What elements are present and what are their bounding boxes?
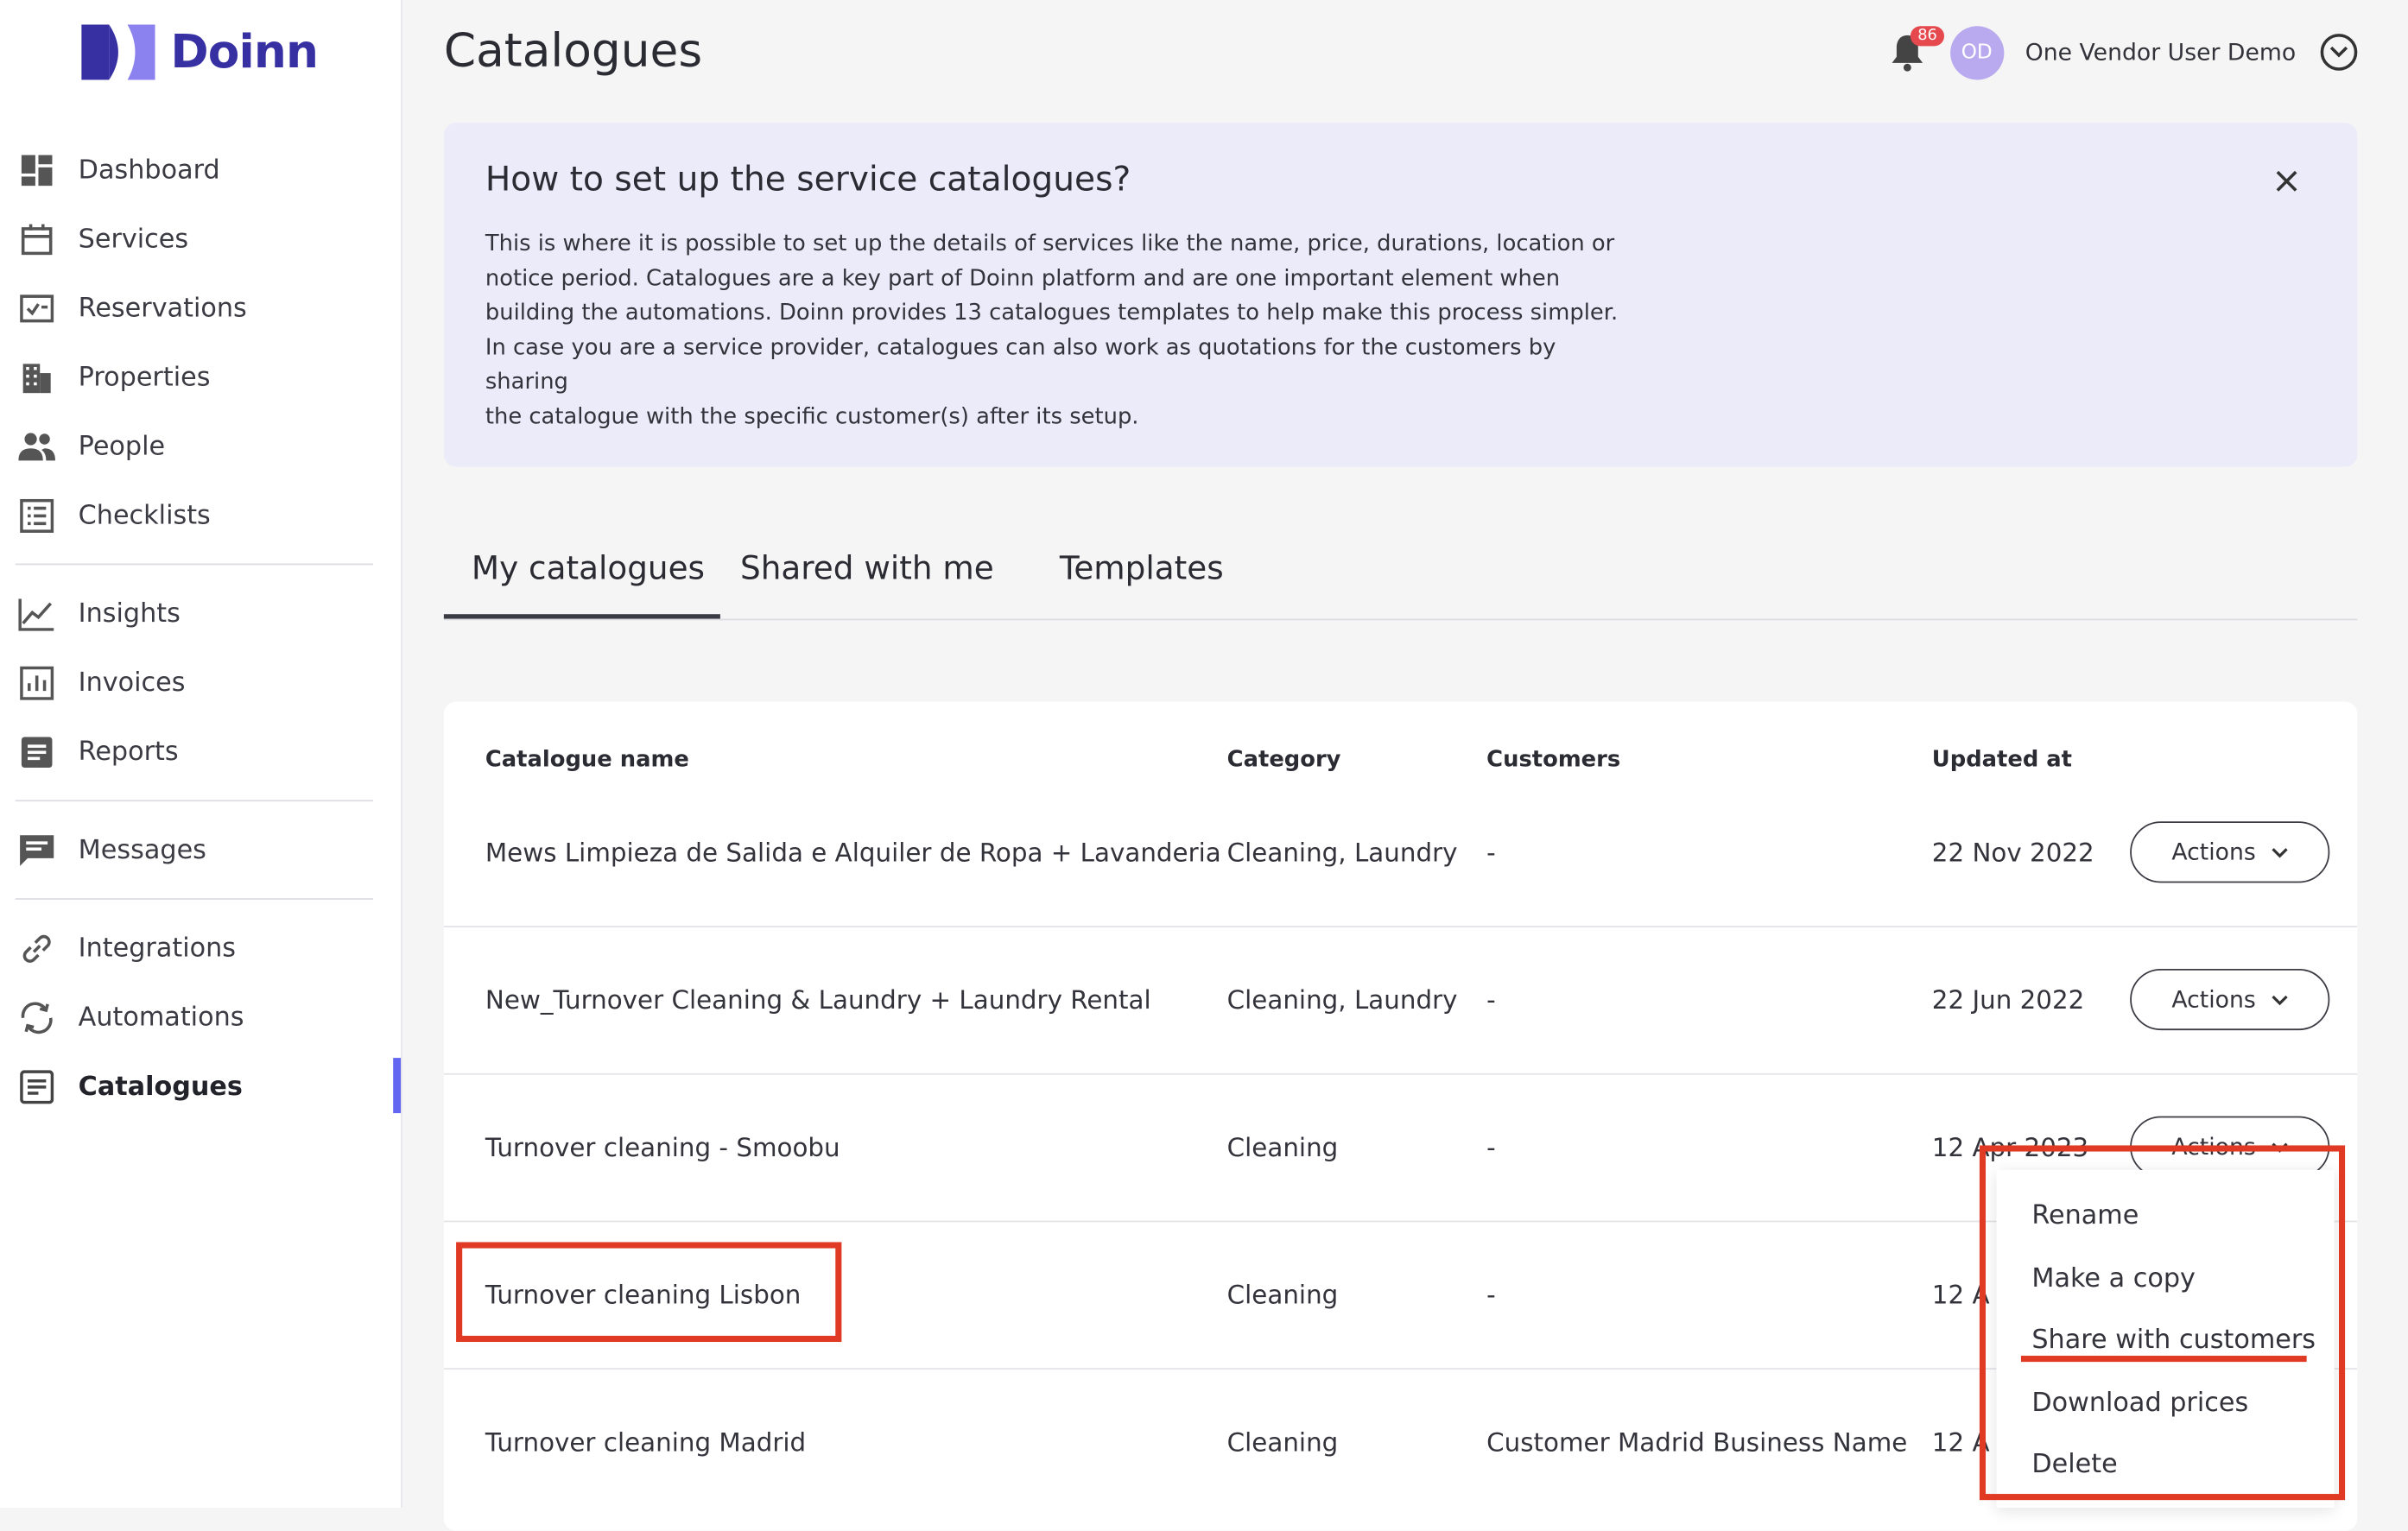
catalogue-customers: -	[1486, 1280, 1496, 1309]
catalogue-name[interactable]: New_Turnover Cleaning & Laundry + Laundr…	[485, 926, 1151, 1073]
annotation-underline-share	[2020, 1356, 2307, 1363]
info-title: How to set up the service catalogues?	[485, 161, 1131, 200]
active-indicator	[393, 1058, 402, 1114]
sidebar-item-label: Invoices	[78, 667, 186, 699]
user-name[interactable]: One Vendor User Demo	[2025, 38, 2296, 66]
sidebar: Doinn Dashboard Services Reservations Pr…	[0, 0, 402, 1509]
column-header-customers[interactable]: Customers	[1486, 748, 1620, 772]
tab-templates[interactable]: Templates	[1060, 550, 1224, 587]
catalogue-name[interactable]: Turnover cleaning Madrid	[485, 1368, 806, 1515]
catalogue-icon	[18, 1069, 55, 1106]
info-body: This is where it is possible to set up t…	[485, 231, 1619, 429]
catalogue-customers: -	[1486, 984, 1496, 1015]
dashboard-icon	[18, 152, 55, 189]
sidebar-item-people[interactable]: People	[18, 424, 165, 470]
people-icon	[18, 428, 56, 465]
sidebar-item-messages[interactable]: Messages	[18, 827, 206, 873]
catalogue-category: Cleaning, Laundry	[1226, 984, 1458, 1015]
checklist-icon	[18, 497, 55, 535]
nav-divider	[15, 563, 374, 566]
table-row[interactable]: New_Turnover Cleaning & Laundry + Laundr…	[443, 926, 2358, 1075]
annotation-highlight-lisbon	[456, 1242, 842, 1343]
catalogue-category: Cleaning	[1226, 1280, 1339, 1309]
user-bar: 86 OD One Vendor User Demo	[1888, 24, 2358, 79]
sidebar-item-label: Dashboard	[78, 155, 220, 187]
notifications-button[interactable]: 86	[1888, 26, 1945, 72]
sidebar-item-label: Services	[78, 224, 189, 256]
notification-badge: 86	[1910, 26, 1945, 47]
invoice-icon	[18, 665, 55, 702]
avatar[interactable]: OD	[1949, 25, 2004, 79]
info-banner: How to set up the service catalogues? Th…	[443, 123, 2358, 467]
sidebar-item-properties[interactable]: Properties	[18, 355, 210, 401]
chevron-down-icon	[2272, 847, 2288, 857]
catalogue-updated: 22 Nov 2022	[1931, 837, 2094, 867]
sidebar-item-label: People	[78, 431, 166, 463]
sidebar-item-invoices[interactable]: Invoices	[18, 661, 186, 706]
annotation-highlight-menu	[1979, 1145, 2346, 1501]
sidebar-item-label: Automations	[78, 1003, 244, 1034]
calendar-icon	[18, 221, 55, 258]
sidebar-item-label: Reservations	[78, 293, 247, 325]
catalogue-customers: -	[1486, 1132, 1496, 1162]
sidebar-item-integrations[interactable]: Integrations	[18, 926, 236, 971]
catalogue-customers: -	[1486, 837, 1496, 867]
reservations-icon	[18, 290, 55, 327]
sidebar-item-label: Catalogues	[78, 1072, 243, 1103]
catalogue-category: Cleaning, Laundry	[1226, 837, 1458, 867]
active-tab-underline	[443, 614, 720, 619]
sidebar-item-label: Integrations	[78, 933, 236, 965]
sidebar-item-label: Checklists	[78, 500, 211, 532]
table-row[interactable]: Mews Limpieza de Salida e Alquiler de Ro…	[443, 778, 2358, 927]
sidebar-item-label: Insights	[78, 598, 181, 630]
actions-button[interactable]: Actions	[2130, 968, 2330, 1031]
sync-icon	[18, 1000, 55, 1037]
sidebar-item-label: Messages	[78, 835, 206, 866]
user-menu-chevron-icon[interactable]	[2320, 34, 2358, 71]
catalogue-name[interactable]: Mews Limpieza de Salida e Alquiler de Ro…	[485, 778, 1221, 926]
nav-divider	[15, 898, 374, 900]
nav-divider	[15, 800, 374, 802]
actions-button[interactable]: Actions	[2130, 821, 2330, 883]
building-icon	[18, 359, 55, 396]
logo[interactable]: Doinn	[81, 24, 319, 80]
tab-shared-with-me[interactable]: Shared with me	[740, 550, 994, 587]
catalogue-category: Cleaning	[1226, 1427, 1339, 1457]
tab-my-catalogues[interactable]: My catalogues	[472, 550, 705, 587]
sidebar-item-label: Properties	[78, 362, 211, 394]
sidebar-item-catalogues[interactable]: Catalogues	[18, 1064, 243, 1110]
doinn-logo-icon	[81, 24, 155, 80]
sidebar-item-checklists[interactable]: Checklists	[18, 493, 211, 539]
message-icon	[18, 832, 55, 870]
actions-label: Actions	[2171, 838, 2256, 866]
sidebar-item-dashboard[interactable]: Dashboard	[18, 148, 220, 193]
page-title: Catalogues	[443, 24, 703, 79]
sidebar-item-label: Reports	[78, 737, 179, 769]
catalogue-customers: Customer Madrid Business Name	[1486, 1427, 1908, 1457]
sidebar-item-insights[interactable]: Insights	[18, 592, 181, 637]
catalogue-updated: 22 Jun 2022	[1931, 984, 2085, 1015]
column-header-name[interactable]: Catalogue name	[485, 748, 689, 772]
catalogue-tabs: My catalogues Shared with me Templates	[443, 541, 2358, 621]
catalogue-category: Cleaning	[1226, 1132, 1339, 1162]
sidebar-item-automations[interactable]: Automations	[18, 995, 244, 1041]
sidebar-item-reports[interactable]: Reports	[18, 730, 179, 775]
report-icon	[18, 734, 55, 771]
app-window: Doinn Dashboard Services Reservations Pr…	[0, 0, 2408, 1531]
brand-name: Doinn	[170, 25, 319, 79]
column-header-updated[interactable]: Updated at	[1932, 748, 2072, 772]
catalogue-name[interactable]: Turnover cleaning - Smoobu	[485, 1073, 840, 1221]
sidebar-item-services[interactable]: Services	[18, 217, 188, 263]
link-icon	[18, 931, 55, 968]
chart-line-icon	[18, 596, 55, 633]
actions-label: Actions	[2171, 985, 2256, 1014]
sidebar-item-reservations[interactable]: Reservations	[18, 286, 247, 332]
column-header-category[interactable]: Category	[1227, 748, 1341, 772]
close-icon[interactable]	[2272, 166, 2303, 197]
chevron-down-icon	[2272, 994, 2288, 1005]
